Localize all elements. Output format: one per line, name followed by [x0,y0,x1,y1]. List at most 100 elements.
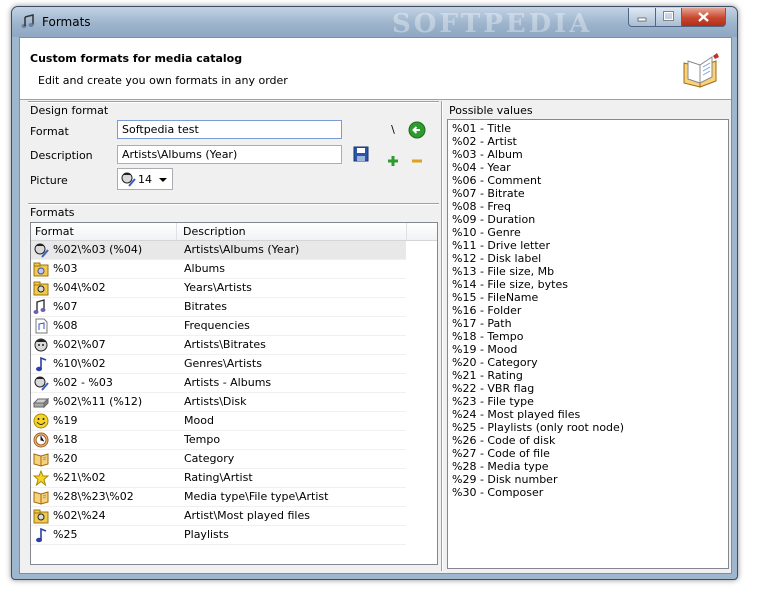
list-item[interactable]: %09 - Duration [452,213,535,226]
save-button[interactable] [352,145,370,163]
table-row[interactable]: %02\%24 Artist\Most played files [31,507,406,526]
column-description[interactable]: Description [183,225,246,238]
table-row[interactable]: %10\%02 Genres\Artists [31,355,406,374]
list-item[interactable]: %18 - Tempo [452,330,523,343]
design-format-divider [28,101,439,103]
format-cell: %28\%23\%02 [53,490,134,503]
column-divider[interactable] [176,223,177,240]
list-item[interactable]: %10 - Genre [452,226,521,239]
design-format-label: Design format [30,104,109,117]
list-item[interactable]: %30 - Composer [452,486,543,499]
header-banner: Custom formats for media catalog Edit an… [20,38,731,100]
format-cell: %02 - %03 [53,376,113,389]
remove-minus-icon [412,159,422,163]
list-item[interactable]: %11 - Drive letter [452,239,550,252]
table-row[interactable]: %28\%23\%02 Media type\File type\Artist [31,488,406,507]
column-format[interactable]: Format [35,225,74,238]
list-item[interactable]: %01 - Title [452,122,511,135]
list-item[interactable]: %19 - Mood [452,343,517,356]
star-icon [33,470,49,486]
save-disk-icon [353,146,369,162]
possible-values-list[interactable]: %01 - Title %02 - Artist %03 - Album %04 - … [447,119,729,569]
table-row[interactable]: %08 Frequencies [31,317,406,336]
table-row[interactable]: %19 Mood [31,412,406,431]
list-item[interactable]: %29 - Disk number [452,473,557,486]
folder-disk-icon [33,262,49,277]
table-row[interactable]: %18 Tempo [31,431,406,450]
list-item[interactable]: %26 - Code of disk [452,434,555,447]
table-row[interactable]: %02\%03 (%04) Artists\Albums (Year) [31,241,406,260]
close-icon [698,12,709,22]
list-item[interactable]: %06 - Comment [452,174,541,187]
picture-select[interactable]: 14 [117,168,173,190]
table-row[interactable]: %20 Category [31,450,406,469]
format-cell: %04\%02 [53,281,106,294]
list-item[interactable]: %17 - Path [452,317,512,330]
music-note-wave-icon [33,299,46,314]
list-item[interactable]: %28 - Media type [452,460,549,473]
description-cell: Rating\Artist [184,471,253,484]
description-label: Description [30,149,93,162]
format-cell: %10\%02 [53,357,106,370]
remove-button[interactable] [408,152,426,170]
open-book-icon [33,491,49,505]
header-subtitle: Edit and create you own formats in any o… [38,74,288,87]
backslash-button[interactable]: \ [384,121,402,139]
description-cell: Frequencies [184,319,250,332]
description-cell: Years\Artists [184,281,252,294]
maximize-button[interactable] [655,8,682,27]
list-item[interactable]: %15 - FileName [452,291,538,304]
list-item[interactable]: %27 - Code of file [452,447,550,460]
table-row[interactable]: %02\%07 Artists\Bitrates [31,336,406,355]
back-button[interactable] [408,121,426,139]
format-cell: %20 [53,452,78,465]
list-item[interactable]: %12 - Disk label [452,252,541,265]
list-item[interactable]: %22 - VBR flag [452,382,534,395]
list-item[interactable]: %20 - Category [452,356,538,369]
table-row[interactable]: %02 - %03 Artists - Albums [31,374,406,393]
possible-values-label: Possible values [449,104,533,117]
formats-list[interactable]: Format Description %02\%03 (%04) Artists\… [30,222,438,565]
table-row[interactable]: %04\%02 Years\Artists [31,279,406,298]
format-cell: %02\%24 [53,509,106,522]
description-cell: Category [184,452,235,465]
minimize-button[interactable] [628,8,656,27]
description-cell: Bitrates [184,300,227,313]
add-button[interactable] [384,152,402,170]
list-item[interactable]: %03 - Album [452,148,523,161]
list-item[interactable]: %14 - File size, bytes [452,278,568,291]
list-item[interactable]: %16 - Folder [452,304,521,317]
list-item[interactable]: %25 - Playlists (only root node) [452,421,624,434]
description-cell: Genres\Artists [184,357,262,370]
formats-divider [28,203,439,205]
table-row[interactable]: %03 Albums [31,260,406,279]
list-item[interactable]: %24 - Most played files [452,408,580,421]
format-cell: %08 [53,319,78,332]
window-title: Formats [42,15,91,29]
list-item[interactable]: %21 - Rating [452,369,523,382]
list-item[interactable]: %04 - Year [452,161,511,174]
list-item[interactable]: %13 - File size, Mb [452,265,554,278]
list-item[interactable]: %07 - Bitrate [452,187,525,200]
clock-face-icon [33,432,49,448]
face-pen-icon [34,376,49,391]
smiley-icon [33,413,49,429]
table-row[interactable]: %02\%11 (%12) Artists\Disk [31,393,406,412]
column-divider[interactable] [406,223,407,240]
format-cell: %03 [53,262,78,275]
title-bar[interactable]: Formats SOFTPEDIA [12,7,737,39]
description-cell: Artists\Bitrates [184,338,266,351]
close-button[interactable] [681,8,726,27]
list-item[interactable]: %02 - Artist [452,135,517,148]
description-cell: Albums [184,262,225,275]
table-row[interactable]: %21\%02 Rating\Artist [31,469,406,488]
formats-window: Formats SOFTPEDIA Custom formats for med… [11,6,738,580]
file-audio-icon [35,318,48,334]
table-row[interactable]: %07 Bitrates [31,298,406,317]
description-cell: Artists - Albums [184,376,272,389]
list-item[interactable]: %08 - Freq [452,200,511,213]
list-item[interactable]: %23 - File type [452,395,534,408]
format-input[interactable]: Softpedia test [117,120,342,139]
table-row[interactable]: %25 Playlists [31,526,406,545]
description-input[interactable]: Artists\Albums (Year) [117,145,342,164]
